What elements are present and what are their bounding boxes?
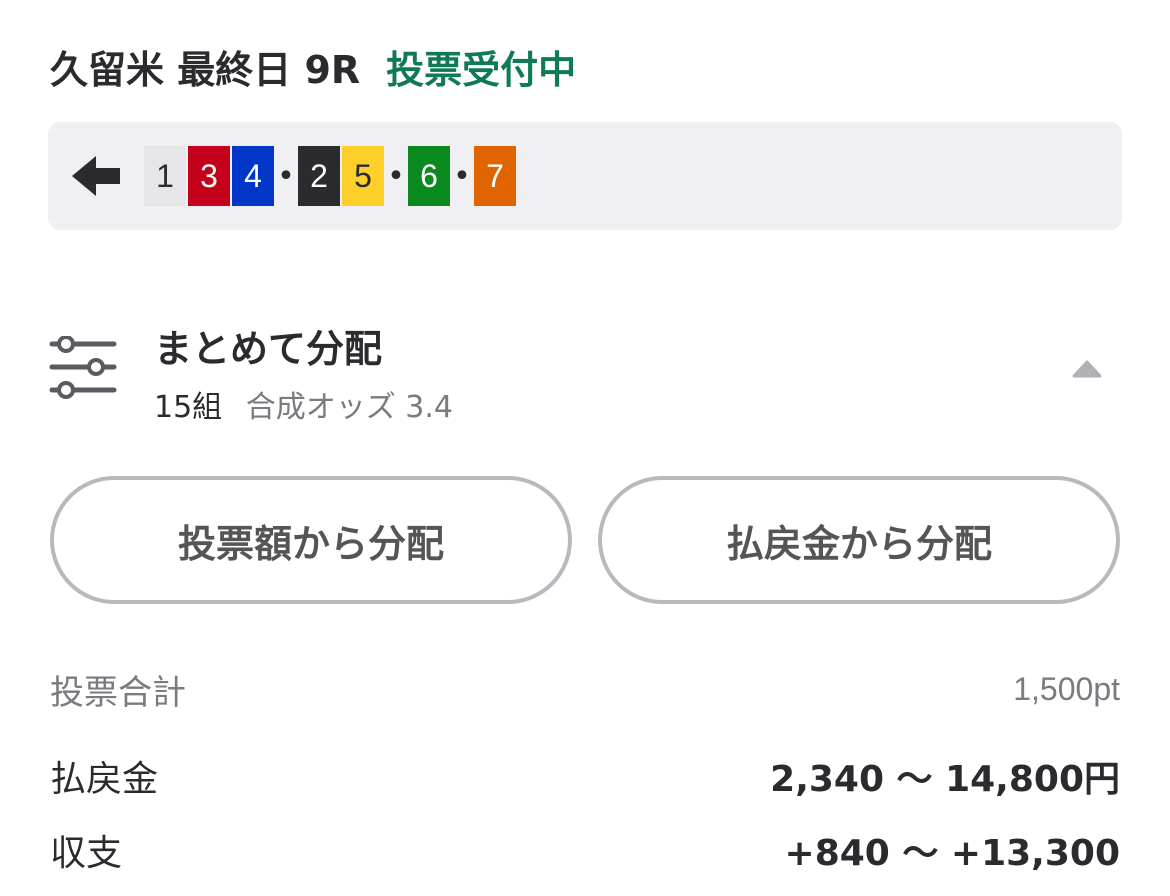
frame-chip-7: 7 — [474, 146, 516, 206]
balance-value: +840 ～ +13,300 — [784, 833, 1120, 874]
frame-chip-2: 2 — [298, 146, 340, 206]
frame-chip-6: 6 — [408, 146, 450, 206]
payout-row: 払戻金 2,340 ～ 14,800円 — [50, 750, 1120, 802]
frame-chip-4: 4 — [232, 146, 274, 206]
distribution-title: まとめて分配 — [154, 327, 383, 371]
separator-dot: • — [387, 158, 405, 194]
payout-label: 払戻金 — [50, 759, 159, 800]
distribute-by-payout-button[interactable]: 払戻金から分配 — [598, 476, 1120, 604]
bulk-distribution-header[interactable]: まとめて分配 15組 合成オッズ 3.4 — [48, 318, 1122, 428]
voting-status: 投票受付中 — [386, 47, 577, 92]
combination-panel: 1 3 4 • 2 5 • 6 • 7 — [48, 122, 1122, 230]
combination-count: 15組 — [154, 390, 223, 425]
distribution-summary: 15組 合成オッズ 3.4 — [154, 382, 453, 426]
race-header: 久留米 最終日 9R 投票受付中 — [50, 38, 576, 94]
total-stake-value: 1,500pt — [1013, 670, 1120, 707]
separator-dot: • — [277, 158, 295, 194]
frame-chip-3: 3 — [188, 146, 230, 206]
combination-chips: 1 3 4 • 2 5 • 6 • 7 — [144, 146, 516, 206]
distribute-by-stake-button[interactable]: 投票額から分配 — [50, 476, 572, 604]
chevron-up-icon[interactable] — [1072, 358, 1102, 380]
payout-value: 2,340 ～ 14,800円 — [770, 759, 1120, 800]
balance-label: 収支 — [50, 833, 123, 874]
total-stake-row: 投票合計 1,500pt — [50, 664, 1120, 714]
frame-chip-1: 1 — [144, 146, 186, 206]
sliders-icon — [49, 336, 117, 399]
balance-row: 収支 +840 ～ +13,300 — [50, 824, 1120, 876]
total-stake-label: 投票合計 — [50, 672, 186, 713]
separator-dot: • — [453, 158, 471, 194]
combined-odds: 合成オッズ 3.4 — [245, 390, 453, 425]
race-title: 久留米 最終日 9R — [50, 47, 361, 92]
arrow-left-icon[interactable] — [70, 152, 122, 200]
betting-page: 久留米 最終日 9R 投票受付中 1 3 4 • 2 5 • 6 • 7 まとめ… — [0, 0, 1170, 896]
frame-chip-5: 5 — [342, 146, 384, 206]
